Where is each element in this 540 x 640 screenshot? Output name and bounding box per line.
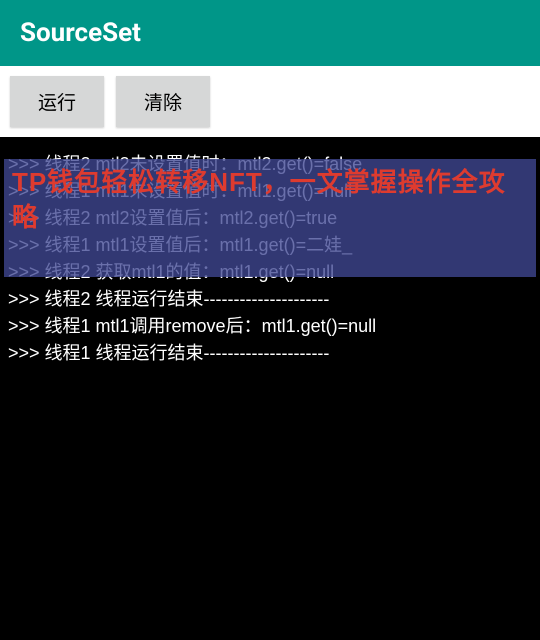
console-line: >>> 线程1 mtl1调用remove后：mtl1.get()=null (8, 313, 532, 340)
clear-button[interactable]: 清除 (116, 76, 210, 127)
console-line: >>> 线程2 mtl2设置值后：mtl2.get()=true (8, 205, 532, 232)
console-output: >>> 线程2 mtl2未设置值时：mtl2.get()=false >>> 线… (0, 137, 540, 640)
console-line: >>> 线程1 mtl1未设置值时：mtl1.get()=null (8, 178, 532, 205)
app-title: SourceSet (20, 18, 141, 48)
console-line: >>> 线程2 mtl2未设置值时：mtl2.get()=false (8, 151, 532, 178)
console-line: >>> 线程1 线程运行结束--------------------- (8, 340, 532, 367)
console-line: >>> 线程1 mtl1设置值后：mtl1.get()=二娃_ (8, 232, 532, 259)
app-bar: SourceSet (0, 0, 540, 66)
button-row: 运行 清除 (0, 66, 540, 137)
console-line: >>> 线程2 线程运行结束--------------------- (8, 286, 532, 313)
console-line: >>> 线程2 获取mtl1的值：mtl1.get()=null (8, 259, 532, 286)
run-button[interactable]: 运行 (10, 76, 104, 127)
